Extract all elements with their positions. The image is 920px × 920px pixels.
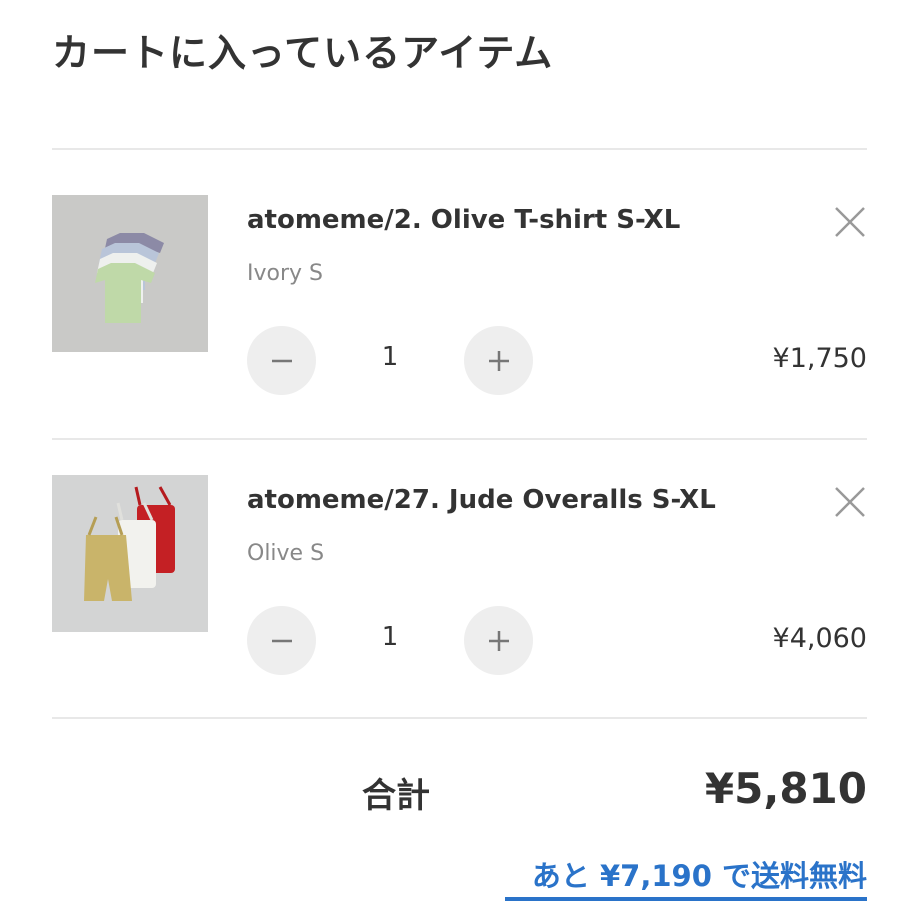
- item-price: ¥1,750: [772, 343, 867, 374]
- cart-item: atomeme/2. Olive T-shirt S-XL Ivory S 1 …: [52, 195, 867, 435]
- total-label: 合計: [362, 776, 430, 816]
- item-variant: Olive S: [247, 541, 325, 566]
- item-price: ¥4,060: [772, 623, 867, 654]
- plus-icon: [488, 350, 509, 371]
- increase-quantity-button[interactable]: [464, 606, 533, 675]
- item-name[interactable]: atomeme/2. Olive T-shirt S-XL: [247, 205, 680, 235]
- divider: [52, 438, 867, 440]
- decrease-quantity-button[interactable]: [247, 606, 316, 675]
- product-image[interactable]: [52, 475, 208, 632]
- decrease-quantity-button[interactable]: [247, 326, 316, 395]
- cart-item: atomeme/27. Jude Overalls S-XL Olive S 1…: [52, 475, 867, 715]
- divider: [52, 717, 867, 719]
- quantity-value: 1: [381, 342, 399, 372]
- close-icon: [835, 487, 865, 517]
- item-variant: Ivory S: [247, 261, 323, 286]
- divider: [52, 148, 867, 150]
- remove-item-button[interactable]: [833, 485, 867, 519]
- page-title: カートに入っているアイテム: [52, 31, 554, 75]
- free-shipping-underline: [505, 897, 867, 901]
- close-icon: [835, 207, 865, 237]
- total-value: ¥5,810: [704, 764, 867, 813]
- item-name[interactable]: atomeme/27. Jude Overalls S-XL: [247, 485, 716, 515]
- remove-item-button[interactable]: [833, 205, 867, 239]
- increase-quantity-button[interactable]: [464, 326, 533, 395]
- free-shipping-link[interactable]: あと ¥7,190 で送料無料: [532, 853, 867, 895]
- minus-icon: [271, 359, 292, 362]
- minus-icon: [271, 639, 292, 642]
- quantity-value: 1: [381, 622, 399, 652]
- plus-icon: [488, 630, 509, 651]
- product-image[interactable]: [52, 195, 208, 352]
